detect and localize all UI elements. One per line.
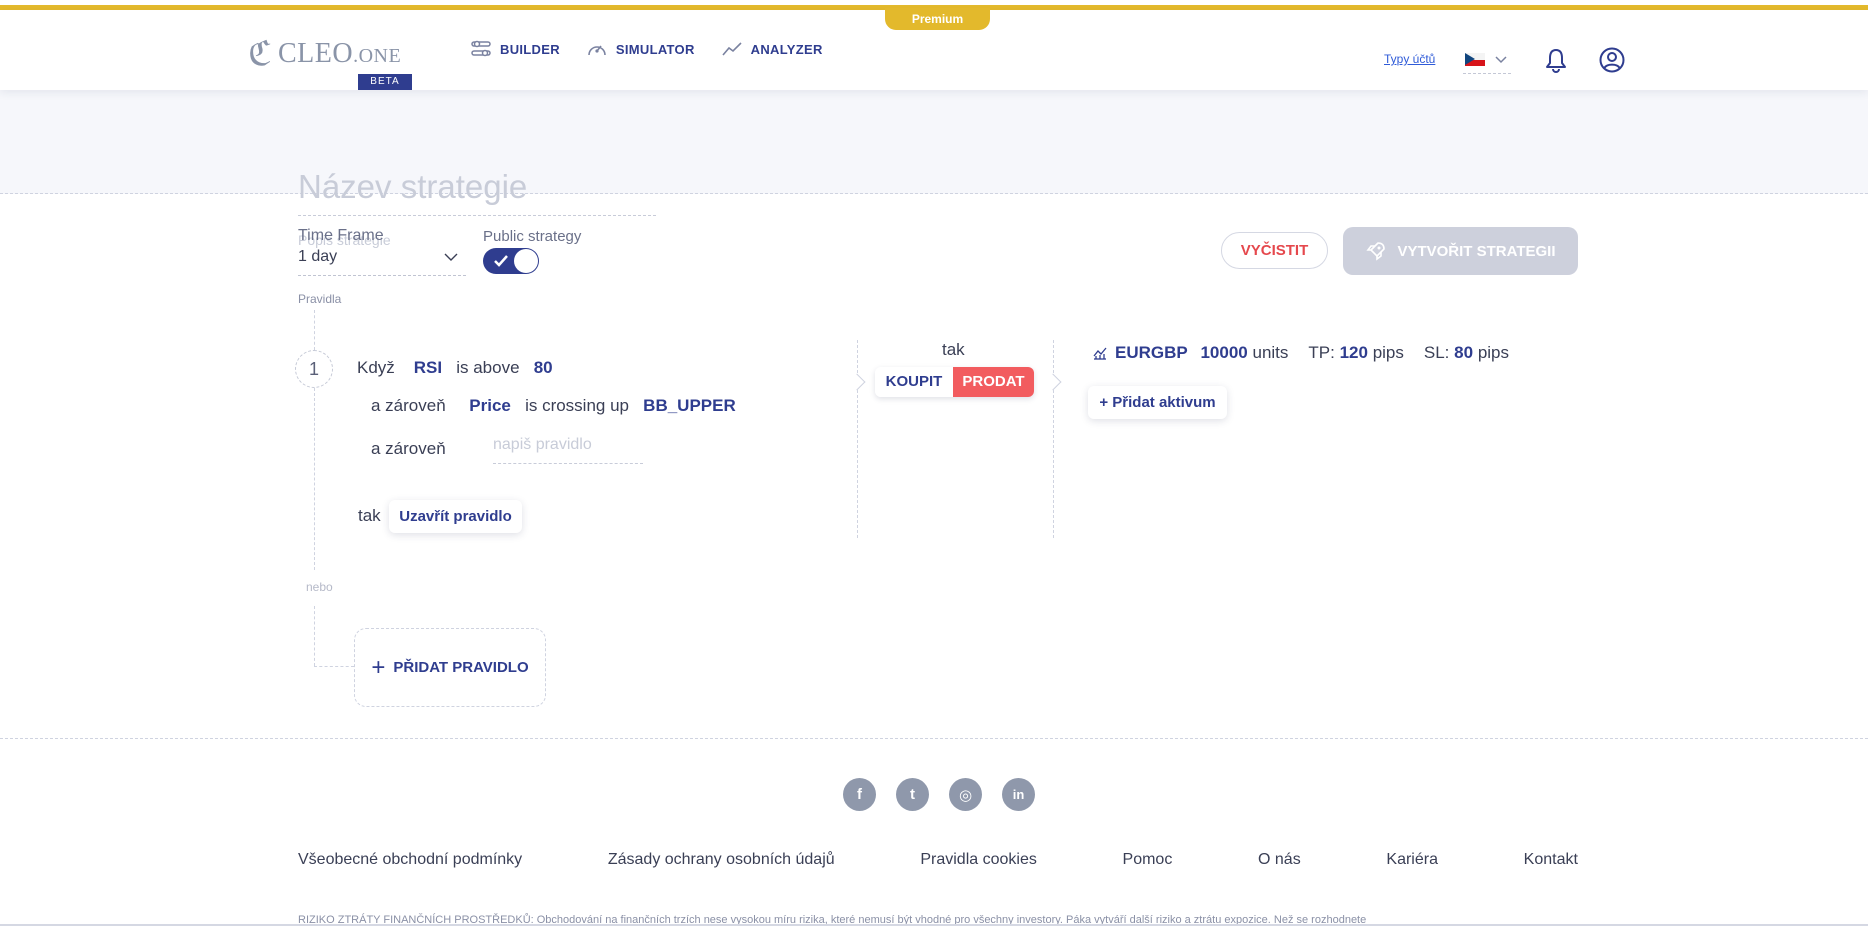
check-icon (494, 255, 508, 267)
logo-head-icon: ℭ (248, 34, 272, 74)
chart-bars-icon (1093, 347, 1107, 360)
chevron-down-icon (1495, 55, 1507, 63)
sl-value: 80 (1454, 343, 1474, 362)
public-strategy-label: Public strategy (483, 228, 582, 245)
indicator-token[interactable]: RSI (414, 358, 442, 377)
rocket-icon (1366, 242, 1386, 261)
footer-link-about[interactable]: O nás (1258, 851, 1301, 869)
arrow-connector (848, 373, 866, 391)
sliders-icon (471, 40, 491, 57)
arrow-connector (1044, 373, 1062, 391)
add-rule-label: PŘIDAT PRAVIDLO (393, 659, 529, 676)
footer-link-terms[interactable]: Všeobecné obchodní podmínky (298, 851, 522, 869)
condition-row-2: a zároveň Price is crossing up BB_UPPER (371, 396, 736, 416)
footer-links: Všeobecné obchodní podmínky Zásady ochra… (298, 851, 1578, 869)
action-then-label: tak (942, 340, 965, 359)
and-label: a zároveň (371, 396, 446, 415)
add-asset-button[interactable]: + Přidat aktivum (1088, 386, 1227, 419)
value-token[interactable]: BB_UPPER (643, 396, 736, 415)
cleo-logo[interactable]: ℭ CLEO.ONE BETA (248, 24, 413, 90)
timeframe-value: 1 day (298, 248, 338, 265)
trend-line-icon (722, 42, 742, 56)
close-rule-button[interactable]: Uzavřít pravidlo (389, 500, 522, 533)
footer-link-careers[interactable]: Kariéra (1386, 851, 1438, 869)
facebook-icon[interactable]: f (843, 778, 876, 811)
rules-connector (314, 606, 315, 666)
then-label: tak (358, 506, 381, 525)
rules-connector (314, 388, 315, 570)
user-profile-icon[interactable] (1598, 46, 1626, 74)
footer-link-contact[interactable]: Kontakt (1524, 851, 1578, 869)
plus-icon: + (371, 653, 386, 681)
footer-link-help[interactable]: Pomoc (1123, 851, 1173, 869)
public-strategy-toggle[interactable] (483, 248, 539, 274)
premium-badge[interactable]: Premium (885, 8, 990, 30)
operator-token[interactable]: is above (456, 358, 519, 377)
page: ℭ CLEO.ONE BETA BUILDER SIMULATOR ANALYZ… (0, 0, 1868, 926)
column-divider (857, 340, 858, 538)
footer-link-cookies[interactable]: Pravidla cookies (920, 851, 1037, 869)
rules-connector (314, 310, 315, 350)
nav-builder-label: BUILDER (500, 41, 560, 57)
rules-connector (314, 666, 354, 667)
sell-button[interactable]: PRODAT (953, 367, 1034, 397)
tp-label: TP: (1308, 343, 1335, 362)
main-nav: BUILDER SIMULATOR ANALYZER (470, 40, 823, 58)
footer-link-privacy[interactable]: Zásady ochrany osobních údajů (608, 851, 835, 869)
chevron-down-icon (444, 253, 458, 261)
and-label: a zároveň (371, 439, 446, 458)
rules-section-label: Pravidla (298, 292, 342, 306)
bell-icon[interactable] (1542, 46, 1570, 74)
asset-symbol: EURGBP (1115, 343, 1188, 362)
clear-button[interactable]: VYČISTIT (1221, 232, 1328, 269)
timeframe-select[interactable]: 1 day (298, 248, 466, 276)
indicator-token[interactable]: Price (469, 396, 511, 415)
nav-analyzer[interactable]: ANALYZER (721, 40, 823, 58)
toggle-knob (514, 249, 538, 273)
tp-value: 120 (1339, 343, 1368, 362)
units-value: 10000 (1200, 343, 1248, 362)
instagram-icon[interactable]: ◎ (949, 778, 982, 811)
new-condition-input[interactable]: napiš pravidlo (493, 436, 643, 464)
buy-button[interactable]: KOUPIT (875, 367, 953, 397)
add-rule-button[interactable]: + PŘIDAT PRAVIDLO (354, 628, 546, 707)
condition-row-1: Když RSI is above 80 (357, 358, 553, 378)
column-divider (1053, 340, 1054, 538)
nav-simulator[interactable]: SIMULATOR (586, 40, 695, 58)
nav-builder[interactable]: BUILDER (470, 40, 560, 58)
footer-divider (0, 738, 1868, 739)
buy-sell-switch: KOUPIT PRODAT (875, 367, 1034, 397)
operator-token[interactable]: is crossing up (525, 396, 629, 415)
or-label: nebo (306, 580, 333, 594)
linkedin-icon[interactable]: in (1002, 778, 1035, 811)
nav-analyzer-label: ANALYZER (750, 41, 823, 57)
strategy-name-input[interactable]: Název strategie (298, 168, 656, 216)
rule-number: 1 (295, 350, 333, 388)
logo-text: CLEO.ONE (278, 38, 402, 69)
language-selector[interactable] (1463, 46, 1511, 74)
czech-flag-icon (1465, 53, 1485, 66)
account-types-link[interactable]: Typy účtů (1384, 52, 1435, 66)
create-strategy-button[interactable]: VYTVOŘIT STRATEGII (1343, 227, 1578, 275)
beta-badge: BETA (358, 74, 412, 90)
value-token[interactable]: 80 (534, 358, 553, 377)
social-links: f t ◎ in (843, 778, 1035, 811)
pips-label: pips (1372, 343, 1404, 362)
units-label: units (1252, 343, 1289, 362)
twitter-icon[interactable]: t (896, 778, 929, 811)
create-strategy-label: VYTVOŘIT STRATEGII (1397, 242, 1556, 260)
strategy-name-band: Název strategie Popis strategie (0, 90, 1868, 248)
nav-simulator-label: SIMULATOR (615, 41, 695, 57)
timeframe-label: Time Frame (298, 227, 384, 244)
pips-label: pips (1477, 343, 1509, 362)
asset-row[interactable]: EURGBP 10000 units TP: 120 pips SL: 80 p… (1093, 343, 1509, 363)
speedometer-icon (588, 45, 606, 56)
when-label: Když (357, 358, 395, 377)
sl-label: SL: (1423, 343, 1450, 362)
